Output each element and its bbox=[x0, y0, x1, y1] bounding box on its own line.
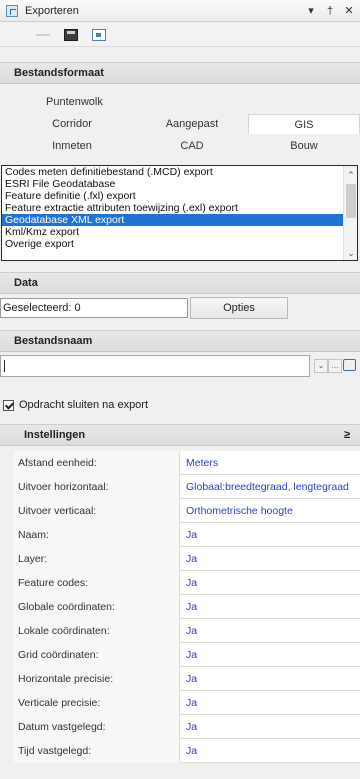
list-item[interactable]: ESRI File Geodatabase bbox=[2, 178, 357, 190]
setting-value[interactable]: Ja bbox=[181, 643, 360, 667]
table-row[interactable]: Naam: Ja bbox=[14, 523, 360, 547]
setting-value[interactable]: Orthometrische hoogte bbox=[181, 499, 360, 523]
table-row[interactable]: Layer: Ja bbox=[14, 547, 360, 571]
format-section-header: Bestandsformaat bbox=[0, 62, 360, 84]
table-row[interactable]: Datum vastgelegd: Ja bbox=[14, 715, 360, 739]
tab-corridor[interactable]: Corridor bbox=[30, 114, 114, 134]
save-icon[interactable] bbox=[64, 28, 78, 41]
setting-value[interactable]: Ja bbox=[181, 547, 360, 571]
setting-value[interactable]: Ja bbox=[181, 523, 360, 547]
toolbar bbox=[0, 23, 360, 47]
setting-value[interactable]: Ja bbox=[181, 691, 360, 715]
tab-gis[interactable]: GIS bbox=[248, 114, 360, 134]
table-row[interactable]: Lokale coördinaten: Ja bbox=[14, 619, 360, 643]
disabled-tool-icon bbox=[36, 33, 50, 36]
tab-aangepast[interactable]: Aangepast bbox=[150, 114, 234, 134]
pin-icon[interactable]: † bbox=[322, 5, 338, 17]
list-item[interactable]: Feature definitie (.fxl) export bbox=[2, 190, 357, 202]
setting-value[interactable]: Ja bbox=[181, 619, 360, 643]
format-tab-area: Puntenwolk Corridor Aangepast GIS Inmete… bbox=[0, 86, 360, 162]
dropdown-arrow-icon[interactable]: ▾ bbox=[303, 4, 319, 17]
setting-label: Naam: bbox=[14, 523, 180, 547]
folder-icon[interactable] bbox=[343, 359, 356, 371]
list-scrollbar[interactable]: ⌃ ⌄ bbox=[343, 166, 357, 260]
browse-ellipsis-button[interactable]: … bbox=[328, 359, 342, 373]
filename-header-label: Bestandsnaam bbox=[14, 335, 93, 347]
setting-label: Uitvoer horizontaal: bbox=[14, 475, 180, 499]
setting-label: Layer: bbox=[14, 547, 180, 571]
list-item[interactable]: Feature extractie attributen toewijzing … bbox=[2, 202, 357, 214]
setting-label: Horizontale precisie: bbox=[14, 667, 180, 691]
format-header-label: Bestandsformaat bbox=[14, 67, 104, 79]
table-row[interactable]: Tijd vastgelegd: Ja bbox=[14, 739, 360, 763]
table-row[interactable]: Grid coördinaten: Ja bbox=[14, 643, 360, 667]
setting-value[interactable]: Ja bbox=[181, 667, 360, 691]
data-section-header: Data bbox=[0, 272, 360, 294]
close-after-export-checkbox[interactable] bbox=[3, 399, 14, 411]
panel-title: Exporteren bbox=[25, 4, 79, 17]
list-item[interactable]: Overige export bbox=[2, 238, 357, 250]
export-format-list[interactable]: Codes meten definitiebestand (.MCD) expo… bbox=[1, 165, 358, 261]
setting-value[interactable]: Globaal:breedtegraad, lengtegraad bbox=[181, 475, 360, 499]
list-item-selected[interactable]: Geodatabase XML export bbox=[2, 214, 357, 226]
filename-row: ⌄ … bbox=[0, 354, 360, 378]
scroll-down-icon[interactable]: ⌄ bbox=[344, 246, 357, 260]
table-row[interactable]: Feature codes: Ja bbox=[14, 571, 360, 595]
setting-label: Lokale coördinaten: bbox=[14, 619, 180, 643]
data-row: Geselecteerd: 0 Opties bbox=[0, 296, 360, 322]
panel-titlebar: Exporteren ▾ † ✕ bbox=[0, 0, 360, 22]
setting-label: Afstand eenheid: bbox=[14, 451, 180, 475]
scroll-thumb[interactable] bbox=[346, 184, 356, 218]
table-row[interactable]: Uitvoer horizontaal: Globaal:breedtegraad… bbox=[14, 475, 360, 499]
tab-cad[interactable]: CAD bbox=[150, 136, 234, 156]
setting-value[interactable]: Ja bbox=[181, 739, 360, 763]
setting-label: Feature codes: bbox=[14, 571, 180, 595]
table-row[interactable]: Verticale precisie: Ja bbox=[14, 691, 360, 715]
setting-value[interactable]: Ja bbox=[181, 571, 360, 595]
setting-label: Verticale precisie: bbox=[14, 691, 180, 715]
tab-inmeten[interactable]: Inmeten bbox=[30, 136, 114, 156]
tab-bouw[interactable]: Bouw bbox=[248, 136, 360, 156]
selected-count-field: Geselecteerd: 0 bbox=[0, 298, 188, 318]
dropdown-chevron-icon[interactable]: ⌄ bbox=[314, 359, 328, 373]
setting-label: Datum vastgelegd: bbox=[14, 715, 180, 739]
setting-label: Globale coördinaten: bbox=[14, 595, 180, 619]
setting-label: Tijd vastgelegd: bbox=[14, 739, 180, 763]
table-row[interactable]: Horizontale precisie: Ja bbox=[14, 667, 360, 691]
setting-label: Uitvoer verticaal: bbox=[14, 499, 180, 523]
table-row[interactable]: Uitvoer verticaal: Orthometrische hoogte bbox=[14, 499, 360, 523]
scroll-up-icon[interactable]: ⌃ bbox=[344, 168, 357, 182]
settings-section-header[interactable]: Instellingen ≥ bbox=[0, 424, 360, 446]
setting-label: Grid coördinaten: bbox=[14, 643, 180, 667]
data-header-label: Data bbox=[14, 277, 38, 289]
list-item[interactable]: Kml/Kmz export bbox=[2, 226, 357, 238]
export-icon[interactable] bbox=[92, 28, 106, 41]
close-after-export-label: Opdracht sluiten na export bbox=[19, 399, 149, 411]
filename-input[interactable] bbox=[0, 355, 310, 377]
settings-property-grid: Afstand eenheid: Meters Uitvoer horizonta… bbox=[14, 451, 360, 763]
options-button[interactable]: Opties bbox=[190, 297, 288, 319]
settings-header-label: Instellingen bbox=[24, 429, 86, 441]
table-row[interactable]: Globale coördinaten: Ja bbox=[14, 595, 360, 619]
close-after-export-row[interactable]: Opdracht sluiten na export bbox=[0, 396, 360, 414]
tab-puntenwolk[interactable]: Puntenwolk bbox=[46, 96, 103, 108]
setting-value[interactable]: Ja bbox=[181, 595, 360, 619]
text-caret bbox=[4, 360, 5, 373]
table-row[interactable]: Afstand eenheid: Meters bbox=[14, 451, 360, 475]
setting-value[interactable]: Meters bbox=[181, 451, 360, 475]
list-item[interactable]: Codes meten definitiebestand (.MCD) expo… bbox=[2, 166, 357, 178]
close-icon[interactable]: ✕ bbox=[341, 4, 357, 17]
setting-value[interactable]: Ja bbox=[181, 715, 360, 739]
export-app-icon bbox=[6, 4, 18, 17]
collapse-icon[interactable]: ≥ bbox=[344, 429, 350, 441]
filename-section-header: Bestandsnaam bbox=[0, 330, 360, 352]
